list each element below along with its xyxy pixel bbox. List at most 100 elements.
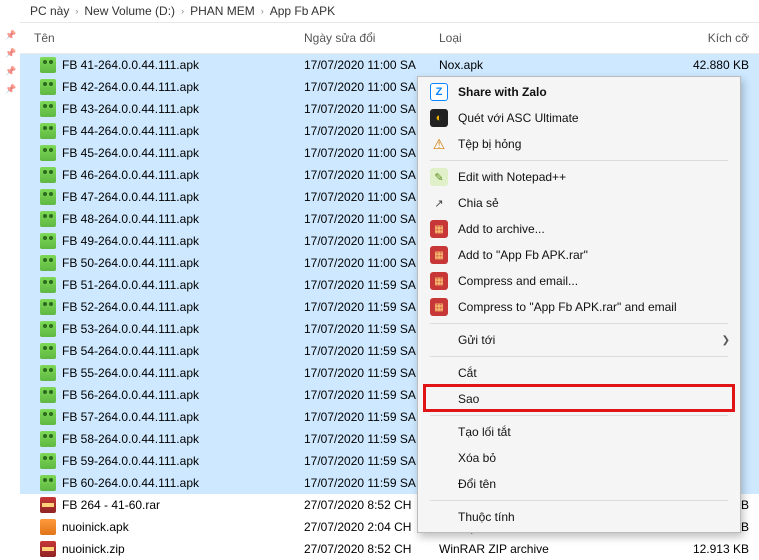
menu-item[interactable]: Sao: [418, 386, 740, 412]
menu-item-label: Share with Zalo: [458, 85, 547, 99]
menu-item[interactable]: Share with Zalo: [418, 79, 740, 105]
apk-file-icon: [40, 299, 56, 315]
breadcrumb-segment[interactable]: New Volume (D:): [84, 4, 175, 18]
apk-file-icon: [40, 57, 56, 73]
file-size: 42.880 KB: [625, 58, 759, 72]
file-name: FB 48-264.0.0.44.111.apk: [62, 212, 199, 226]
rar1-icon: [430, 298, 448, 316]
menu-separator: [430, 500, 728, 501]
file-type: Nox.apk: [425, 58, 625, 72]
file-name: FB 54-264.0.0.44.111.apk: [62, 344, 199, 358]
file-date: 17/07/2020 11:00 SA: [290, 102, 425, 116]
file-date: 17/07/2020 11:00 SA: [290, 80, 425, 94]
breadcrumb-segment[interactable]: App Fb APK: [270, 4, 335, 18]
menu-item[interactable]: Chia sẻ: [418, 190, 740, 216]
apk-file-icon: [40, 321, 56, 337]
apk-file-icon: [40, 167, 56, 183]
pin-icon: [5, 66, 15, 76]
menu-separator: [430, 160, 728, 161]
column-header-name[interactable]: Tên: [20, 23, 290, 54]
breadcrumb[interactable]: PC này › New Volume (D:) › PHAN MEM › App Fb A…: [0, 0, 759, 22]
menu-item[interactable]: Đổi tên: [418, 471, 740, 497]
file-name: FB 264 - 41-60.rar: [62, 498, 160, 512]
menu-item-label: Cắt: [458, 366, 477, 380]
file-name: FB 58-264.0.0.44.111.apk: [62, 432, 199, 446]
none-icon: [430, 423, 448, 441]
column-header-row: Tên Ngày sửa đổi Loại Kích cỡ: [20, 23, 759, 54]
menu-item-label: Xóa bỏ: [458, 451, 496, 465]
file-name: FB 49-264.0.0.44.111.apk: [62, 234, 199, 248]
file-date: 17/07/2020 11:59 SA: [290, 410, 425, 424]
none-icon: [430, 508, 448, 526]
menu-item-label: Add to archive...: [458, 222, 545, 236]
menu-item-label: Chia sẻ: [458, 196, 499, 210]
menu-separator: [430, 415, 728, 416]
chevron-right-icon: ›: [181, 6, 184, 16]
apk-file-icon: [40, 431, 56, 447]
apk-file-icon: [40, 233, 56, 249]
chevron-right-icon: ❯: [722, 335, 730, 346]
none-icon: [430, 449, 448, 467]
menu-item[interactable]: Tạo lối tắt: [418, 419, 740, 445]
menu-item-label: Đổi tên: [458, 477, 496, 491]
chevron-right-icon: ›: [261, 6, 264, 16]
apk-file-icon: [40, 453, 56, 469]
file-row[interactable]: FB 41-264.0.0.44.111.apk17/07/2020 11:00…: [20, 54, 759, 76]
apk-file-icon: [40, 409, 56, 425]
file-date: 17/07/2020 11:59 SA: [290, 366, 425, 380]
column-header-date[interactable]: Ngày sửa đổi: [290, 23, 425, 54]
file-date: 17/07/2020 11:59 SA: [290, 476, 425, 490]
apk-file-icon: [40, 365, 56, 381]
menu-separator: [430, 323, 728, 324]
file-name: FB 55-264.0.0.44.111.apk: [62, 366, 199, 380]
menu-item-label: Tệp bị hỏng: [458, 137, 521, 151]
file-date: 27/07/2020 8:52 CH: [290, 542, 425, 556]
file-name: FB 60-264.0.0.44.111.apk: [62, 476, 199, 490]
rar1-icon: [430, 272, 448, 290]
menu-item-label: Add to "App Fb APK.rar": [458, 248, 588, 262]
column-header-size[interactable]: Kích cỡ: [625, 23, 759, 54]
menu-item[interactable]: Xóa bỏ: [418, 445, 740, 471]
file-row[interactable]: nuoinick.zip27/07/2020 8:52 CHWinRAR ZIP…: [20, 538, 759, 560]
chevron-right-icon: ›: [75, 6, 78, 16]
file-date: 17/07/2020 11:00 SA: [290, 256, 425, 270]
file-date: 17/07/2020 11:00 SA: [290, 146, 425, 160]
file-date: 17/07/2020 11:00 SA: [290, 212, 425, 226]
apk-file-icon: [40, 475, 56, 491]
menu-item[interactable]: Add to archive...: [418, 216, 740, 242]
apk-file-icon: [40, 211, 56, 227]
menu-item-label: Gửi tới: [458, 333, 495, 347]
menu-item-label: Edit with Notepad++: [458, 170, 566, 184]
menu-item[interactable]: Cắt: [418, 360, 740, 386]
menu-item-label: Tạo lối tắt: [458, 425, 511, 439]
menu-item-label: Compress and email...: [458, 274, 578, 288]
menu-item[interactable]: Add to "App Fb APK.rar": [418, 242, 740, 268]
file-date: 17/07/2020 11:00 SA: [290, 124, 425, 138]
rar-file-icon: [40, 497, 56, 513]
warn-icon: [430, 135, 448, 153]
menu-item[interactable]: Edit with Notepad++: [418, 164, 740, 190]
pin-icon: [5, 30, 15, 40]
breadcrumb-segment[interactable]: PC này: [30, 4, 69, 18]
menu-item[interactable]: Compress to "App Fb APK.rar" and email: [418, 294, 740, 320]
menu-item[interactable]: Compress and email...: [418, 268, 740, 294]
context-menu[interactable]: Share with Zalo Quét với ASC Ultimate Tệp …: [417, 76, 741, 533]
file-name: FB 43-264.0.0.44.111.apk: [62, 102, 199, 116]
file-name: nuoinick.apk: [62, 520, 129, 534]
apk-file-icon: [40, 343, 56, 359]
menu-item[interactable]: Thuộc tính: [418, 504, 740, 530]
menu-item[interactable]: Quét với ASC Ultimate: [418, 105, 740, 131]
apk-file-icon: [40, 123, 56, 139]
column-header-type[interactable]: Loại: [425, 23, 625, 54]
menu-item[interactable]: Tệp bị hỏng: [418, 131, 740, 157]
apk-file-icon: [40, 101, 56, 117]
file-date: 27/07/2020 2:04 CH: [290, 520, 425, 534]
menu-item[interactable]: Gửi tới ❯: [418, 327, 740, 353]
file-date: 27/07/2020 8:52 CH: [290, 498, 425, 512]
file-name: FB 56-264.0.0.44.111.apk: [62, 388, 199, 402]
breadcrumb-segment[interactable]: PHAN MEM: [190, 4, 255, 18]
menu-separator: [430, 356, 728, 357]
file-name: FB 51-264.0.0.44.111.apk: [62, 278, 199, 292]
file-date: 17/07/2020 11:59 SA: [290, 278, 425, 292]
share-icon: [430, 194, 448, 212]
